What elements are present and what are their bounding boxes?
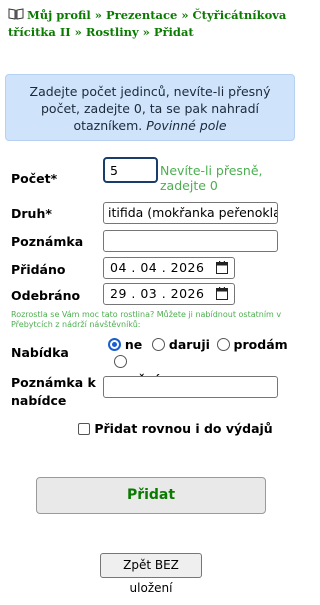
calendar-icon[interactable]: [216, 287, 228, 300]
breadcrumb-link-plants[interactable]: Rostliny: [86, 25, 139, 39]
nabidka-label: Nabídka: [11, 345, 69, 360]
radio-ne[interactable]: [108, 338, 121, 351]
breadcrumb-current: Přidat: [153, 25, 194, 39]
radio-ne-label[interactable]: ne: [125, 337, 142, 352]
breadcrumb-separator: »: [74, 25, 82, 39]
breadcrumb-separator: »: [181, 8, 189, 22]
poznamka-nabidka-label: Poznámka k nabídce: [11, 374, 96, 410]
breadcrumb-link-profile[interactable]: Můj profil: [27, 8, 91, 22]
poznamka-label: Poznámka: [11, 234, 84, 249]
vydaje-label[interactable]: Přidat rovnou i do výdajů: [94, 421, 272, 436]
info-required-note: Povinné pole: [146, 118, 227, 133]
calendar-icon[interactable]: [216, 261, 228, 274]
radio-prodam-label[interactable]: prodám: [234, 337, 288, 352]
pocet-label: Počet*: [11, 171, 58, 186]
pridano-date-value: 04 . 04 . 2026: [110, 260, 205, 275]
druh-label: Druh*: [11, 206, 52, 221]
odebrano-date-value: 29 . 03 . 2026: [110, 286, 205, 301]
breadcrumb-separator: »: [94, 8, 102, 22]
radio-vymenim[interactable]: [114, 355, 127, 368]
pocet-input[interactable]: 5: [103, 157, 158, 183]
breadcrumb-separator: »: [142, 25, 150, 39]
druh-input[interactable]: itifida (mokřanka peřenoklaná): [103, 202, 278, 224]
poznamka-nabidka-label-line1: Poznámka k: [11, 375, 96, 390]
odebrano-date-input[interactable]: 29 . 03 . 2026: [103, 283, 235, 305]
pridano-date-input[interactable]: 04 . 04 . 2026: [103, 257, 235, 279]
breadcrumb-link-presentations[interactable]: Prezentace: [106, 8, 177, 22]
vydaje-row[interactable]: Přidat rovnou i do výdajů: [78, 421, 273, 436]
vydaje-checkbox[interactable]: [78, 423, 90, 435]
breadcrumb: Můj profil » Prezentace » Čtyřicátníkova…: [0, 0, 300, 58]
radio-daruji[interactable]: [152, 338, 166, 351]
pridano-label: Přidáno: [11, 262, 66, 277]
poznamka-input[interactable]: [103, 230, 278, 252]
radio-daruji-label[interactable]: daruji: [169, 337, 210, 352]
back-without-save-button[interactable]: Zpět BEZ uložení: [100, 553, 202, 595]
info-box: Zadejte počet jedinců, nevíte-li přesný …: [5, 74, 295, 141]
pocet-hint: Nevíte-li přesně, zadejte 0: [160, 163, 263, 193]
book-icon: [8, 8, 24, 20]
poznamka-nabidka-label-line2: nabídce: [11, 393, 67, 408]
poznamka-nabidka-input[interactable]: [103, 376, 278, 398]
offer-note: Rozrostla se Vám moc tato rostlina? Může…: [11, 310, 282, 329]
radio-prodam[interactable]: [216, 338, 230, 351]
submit-button[interactable]: Přidat: [36, 477, 266, 514]
odebrano-label: Odebráno: [11, 288, 81, 303]
